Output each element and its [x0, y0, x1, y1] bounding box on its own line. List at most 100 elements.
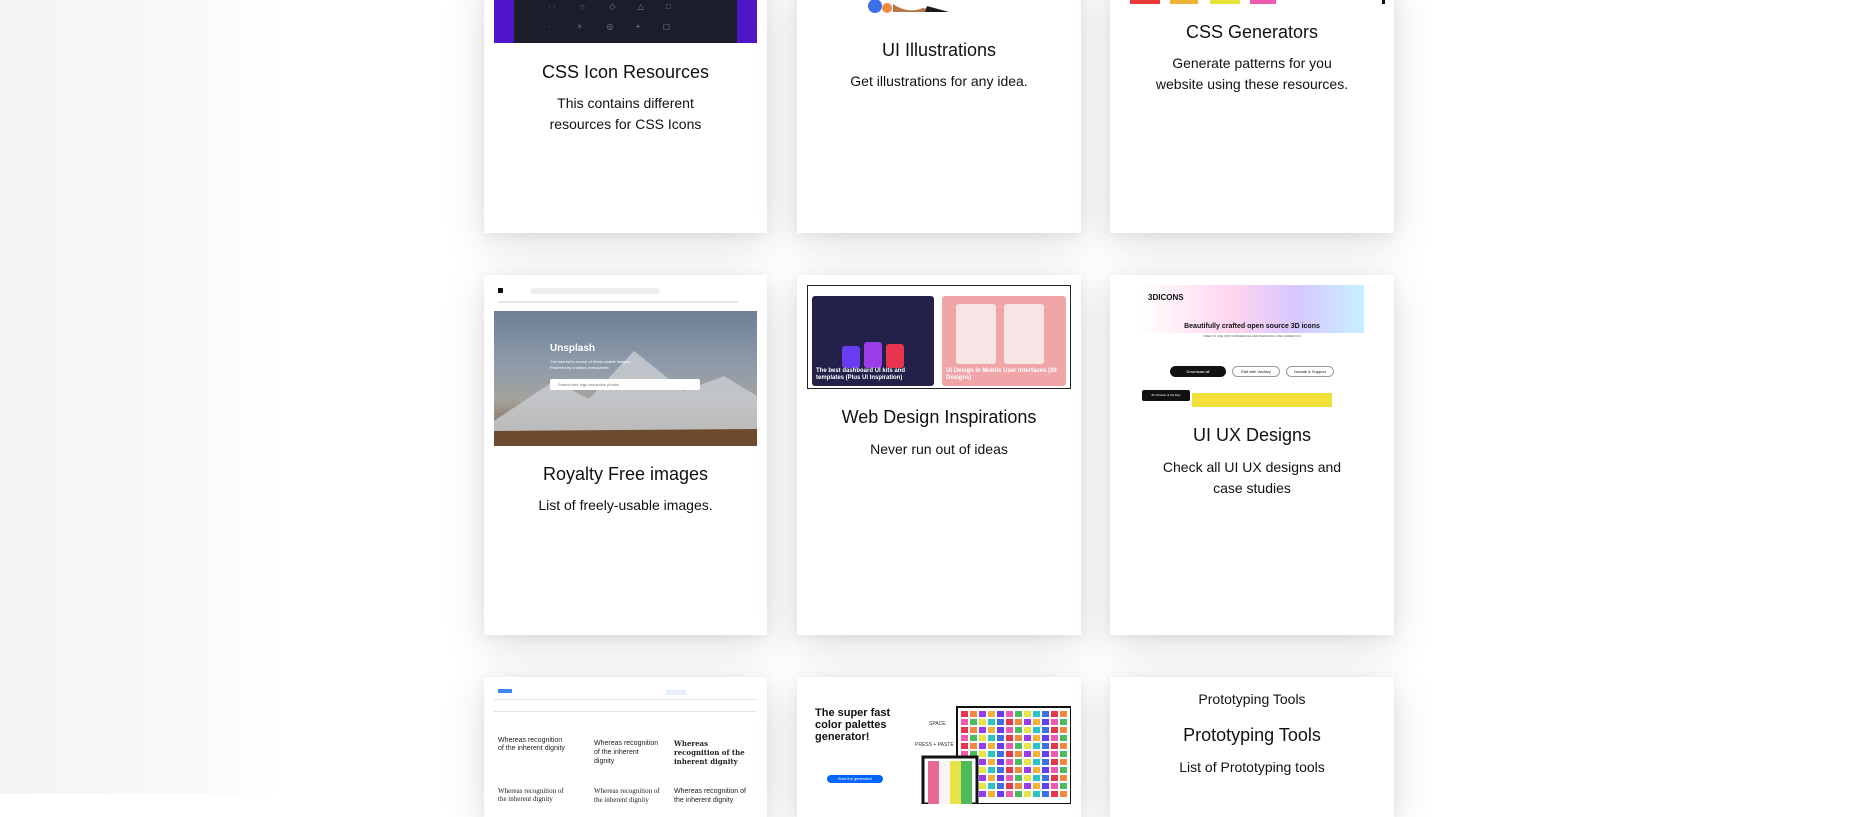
- palette-swatch: [1015, 783, 1022, 789]
- palette-swatch: [961, 743, 968, 749]
- unsplash-thumbnail: Unsplash The internet's source of freely…: [494, 285, 757, 446]
- resource-card-prototyping-tools[interactable]: Prototyping Tools Prototyping Tools List…: [1110, 677, 1394, 817]
- palette-swatch: [1051, 743, 1058, 749]
- palette-swatch: [1033, 775, 1040, 781]
- card-title: Prototyping Tools: [1183, 725, 1321, 745]
- palette-swatch: [1051, 791, 1058, 797]
- palette-swatch: [1033, 791, 1040, 797]
- palette-swatch: [1060, 719, 1067, 725]
- palette-swatch: [1051, 727, 1058, 733]
- card-title: Web Design Inspirations: [841, 407, 1037, 427]
- palette-swatch: [1033, 751, 1040, 757]
- palette-swatch: [1006, 751, 1013, 757]
- palette-swatch: [988, 767, 995, 773]
- palette-swatch: [1051, 719, 1058, 725]
- palette-swatch: [979, 735, 986, 741]
- 3dicons-headline: Beautifully crafted open source 3D icons: [1184, 323, 1320, 330]
- resource-card-ui-ux-designs[interactable]: 3DICONS Beautifully crafted open source …: [1110, 275, 1394, 635]
- palette-swatch: [1015, 743, 1022, 749]
- page-background: [0, 0, 280, 794]
- font-sample: Whereas recognition of the inherent dign…: [594, 787, 660, 804]
- palette-swatch: [970, 727, 977, 733]
- palette-swatch: [970, 711, 977, 717]
- pattern-preview: [1130, 0, 1385, 4]
- palette-swatch: [1015, 775, 1022, 781]
- resource-card-google-fonts[interactable]: Whereas recognition of the inherent dign…: [484, 677, 767, 817]
- unsplash-header: [494, 285, 757, 312]
- palette-swatch: [1006, 735, 1013, 741]
- card-thumbnail: [1110, 0, 1394, 4]
- palette-swatch: [1060, 735, 1067, 741]
- 3dicons-subline: FREE TO USE FOR COMMERCIAL AND PERSONAL …: [1203, 334, 1301, 338]
- broken-image-alt-text: Prototyping Tools: [1198, 691, 1306, 707]
- resource-card-color-palettes[interactable]: The super fast color palettes generator!…: [797, 677, 1081, 817]
- palette-swatch: [1042, 775, 1049, 781]
- palette-swatch: [1033, 743, 1040, 749]
- palette-swatch: [979, 775, 986, 781]
- palette-swatch: [1060, 711, 1067, 717]
- unsplash-logo-icon: [498, 288, 503, 293]
- palette-swatch: [1042, 783, 1049, 789]
- palette-swatch: [1024, 711, 1031, 717]
- card-title: CSS Icon Resources: [541, 62, 710, 82]
- icon-grid-preview: · · ○ ◇ △ □ · × ◎ + ▢: [514, 0, 737, 43]
- resource-card-css-generators[interactable]: CSS Generators Generate patterns for you…: [1110, 0, 1394, 233]
- palette-swatch: [970, 743, 977, 749]
- palette-swatch: [979, 727, 986, 733]
- coolors-thumbnail: The super fast color palettes generator!…: [807, 687, 1071, 804]
- card-description: This contains different resources for CS…: [549, 95, 702, 132]
- palette-swatch: [1006, 767, 1013, 773]
- palette-swatch: [1060, 767, 1067, 773]
- palette-swatch: [997, 775, 1004, 781]
- palette-swatch: [979, 751, 986, 757]
- palette-swatch: [1006, 783, 1013, 789]
- palette-swatch: [979, 719, 986, 725]
- donate-button: Donate & Support: [1286, 366, 1334, 377]
- palette-swatch: [1015, 727, 1022, 733]
- mountain-photo: Unsplash The internet's source of freely…: [494, 311, 757, 446]
- palette-swatch: [1033, 727, 1040, 733]
- resource-card-web-design-inspirations[interactable]: The best dashboard UI kits and templates…: [797, 275, 1081, 635]
- illustration-preview: [868, 0, 949, 13]
- palette-swatch: [1051, 751, 1058, 757]
- unsplash-search-placeholder: Search free high-resolution photos: [558, 382, 620, 387]
- palette-swatch: [1033, 767, 1040, 773]
- palette-swatch: [961, 719, 968, 725]
- palette-swatch: [997, 767, 1004, 773]
- palette-swatch: [1024, 783, 1031, 789]
- palette-swatch: [988, 751, 995, 757]
- font-sample: Whereas recognition of the inherent dign…: [594, 740, 659, 765]
- resource-card-ui-illustrations[interactable]: UI Illustrations Get illustrations for a…: [797, 0, 1081, 233]
- palette-swatch: [1024, 743, 1031, 749]
- palette-swatch: [1015, 735, 1022, 741]
- shot-caption-1: The best dashboard UI kits and templates…: [816, 368, 906, 381]
- palette-swatch: [1060, 751, 1067, 757]
- palette-swatch: [997, 735, 1004, 741]
- product-hunt-badge: #1 Product of the Day: [1142, 390, 1190, 401]
- palette-swatch: [1024, 735, 1031, 741]
- palette-swatch: [1015, 719, 1022, 725]
- resource-card-royalty-free-images[interactable]: Unsplash The internet's source of freely…: [484, 275, 767, 635]
- palette-swatch: [1051, 735, 1058, 741]
- palette-swatch: [1006, 743, 1013, 749]
- palette-swatch: [1060, 727, 1067, 733]
- card-description: List of freely-usable images.: [538, 497, 713, 513]
- palette-swatch: [1060, 775, 1067, 781]
- card-thumbnail: [797, 0, 1081, 14]
- palette-swatch: [1060, 743, 1067, 749]
- card-title: UI Illustrations: [881, 40, 997, 60]
- resource-card-css-icons[interactable]: · · ○ ◇ △ □ · × ◎ + ▢ ●●● CSS Icon Resou…: [484, 0, 767, 233]
- palette-swatch: [979, 759, 986, 765]
- palette-swatch: [997, 711, 1004, 717]
- palette-swatch: [1033, 711, 1040, 717]
- card-title: CSS Generators: [1185, 22, 1319, 42]
- window-dots-icon: ●●●: [528, 0, 541, 1]
- card-title: UI UX Designs: [1192, 425, 1312, 445]
- palette-swatch: [988, 719, 995, 725]
- font-sample: Whereas recognition of the inherent dign…: [674, 788, 746, 804]
- edit-button: Edit with Vectary: [1232, 366, 1280, 377]
- palette-swatch: [988, 735, 995, 741]
- palette-swatch: [997, 791, 1004, 797]
- palette-swatch: [1051, 759, 1058, 765]
- palette-swatch: [1024, 719, 1031, 725]
